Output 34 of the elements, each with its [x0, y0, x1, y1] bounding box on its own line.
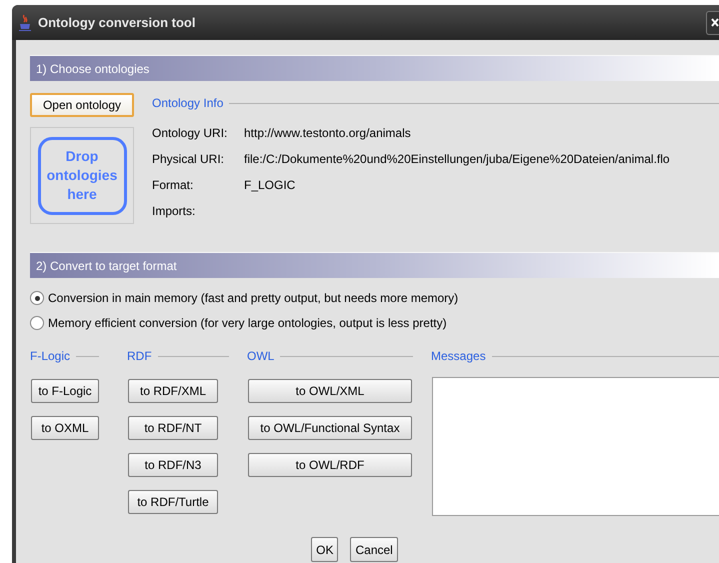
convert-button[interactable]: to RDF/N3 [128, 453, 218, 477]
section-header: 1) Choose ontologies [30, 55, 719, 81]
info-value: file:/C:/Dokumente%20und%20Einstellungen/juba/Eigene%20Dateien/animal.flo [244, 151, 671, 168]
convert-button[interactable]: to RDF/XML [128, 379, 218, 403]
close-icon[interactable] [706, 10, 719, 34]
window-title: Ontology conversion tool [38, 15, 196, 30]
group-title: F-Logic [30, 349, 70, 363]
group-title: OWL [247, 349, 274, 363]
convert-button[interactable]: to RDF/NT [128, 416, 218, 440]
drop-label: Drop ontologies here [46, 147, 118, 204]
info-label: Ontology URI: [152, 125, 228, 142]
section-header: 2) Convert to target format [30, 252, 719, 278]
group-title: Messages [431, 349, 486, 363]
radio-label[interactable]: Conversion in main memory (fast and pretty output, but needs more memory) [48, 291, 458, 305]
java-cup-icon [18, 14, 32, 32]
radio-button[interactable] [30, 291, 44, 305]
info-label: Physical URI: [152, 151, 226, 168]
info-value: http://www.testonto.org/animals [244, 125, 412, 142]
radio-button[interactable] [30, 316, 44, 330]
convert-button[interactable]: to OXML [31, 416, 99, 440]
info-value: F_LOGIC [244, 177, 296, 194]
convert-button[interactable]: to RDF/Turtle [128, 490, 218, 514]
convert-button[interactable]: to OWL/RDF [248, 453, 412, 477]
dialog-button[interactable]: OK [311, 537, 338, 562]
convert-button[interactable]: to OWL/Functional Syntax [248, 416, 412, 440]
convert-button[interactable]: to OWL/XML [248, 379, 412, 403]
group-title: RDF [127, 349, 152, 363]
info-label: Format: [152, 177, 194, 194]
info-label: Imports: [152, 203, 196, 220]
group-title: Ontology Info [152, 96, 224, 110]
convert-button[interactable]: to F-Logic [31, 379, 99, 403]
radio-label[interactable]: Memory efficient conversion (for very large ontologies, output is less pretty) [48, 316, 447, 330]
dialog-button[interactable]: Cancel [350, 537, 398, 562]
open-ontology-button[interactable]: Open ontology [30, 93, 134, 117]
